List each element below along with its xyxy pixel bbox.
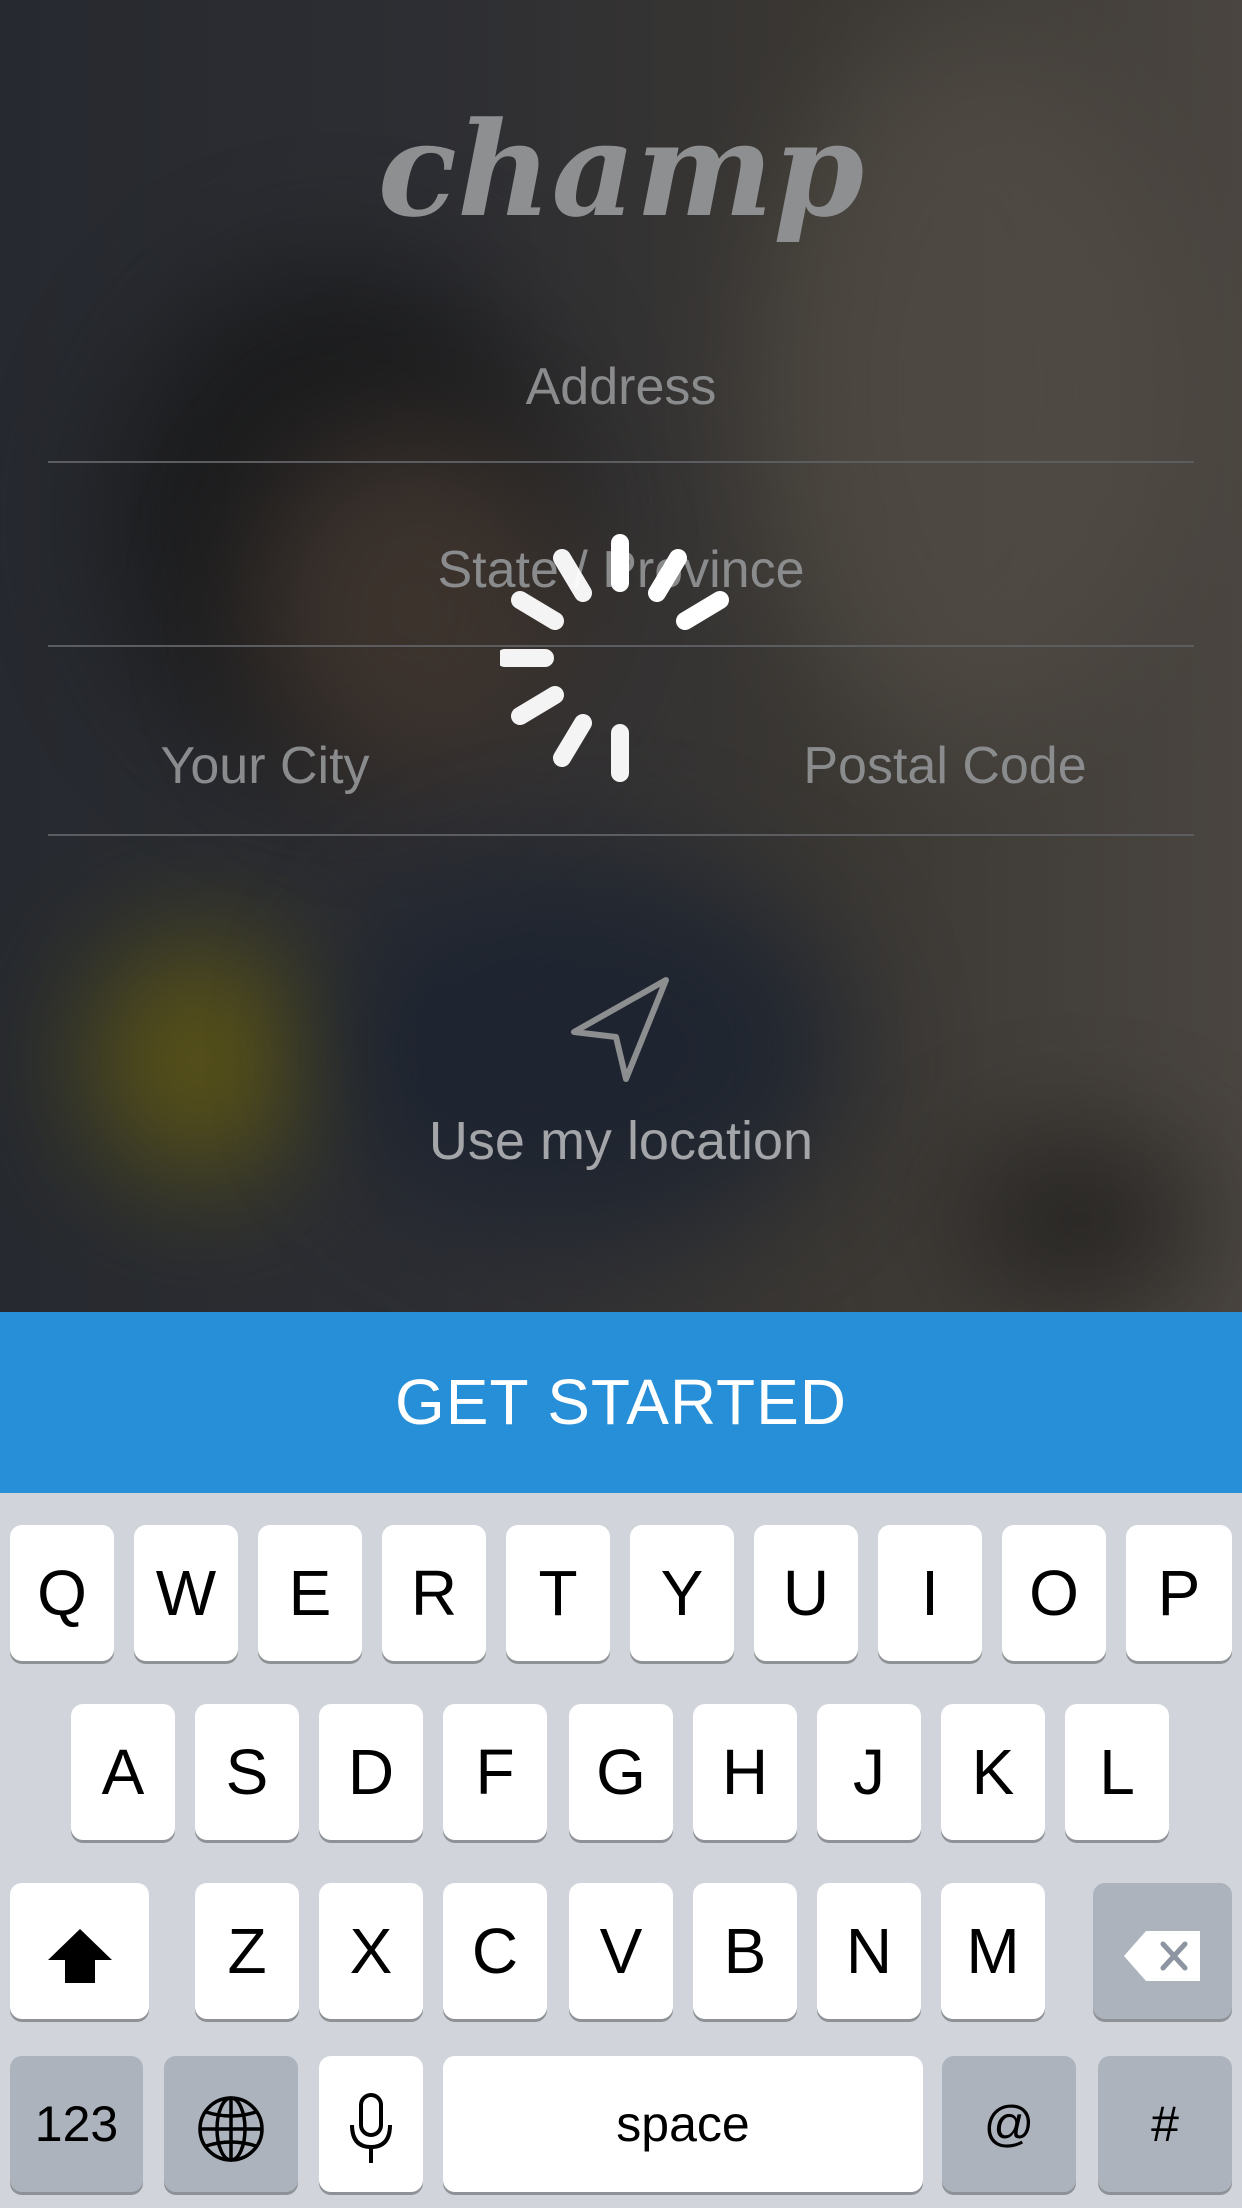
key-g[interactable]: G (569, 1704, 673, 1840)
postal-code-input[interactable]: Postal Code (740, 736, 1150, 796)
globe-key[interactable] (164, 2056, 298, 2192)
key-q[interactable]: Q (10, 1525, 114, 1661)
address-divider (48, 461, 1194, 463)
use-location-label[interactable]: Use my location (0, 1110, 1242, 1172)
key-j[interactable]: J (817, 1704, 921, 1840)
loading-spinner-icon (496, 528, 740, 788)
hash-key[interactable]: # (1098, 2056, 1232, 2192)
key-v[interactable]: V (569, 1883, 673, 2019)
key-r[interactable]: R (382, 1525, 486, 1661)
key-f[interactable]: F (443, 1704, 547, 1840)
microphone-icon (350, 2093, 392, 2164)
get-started-button[interactable]: GET STARTED (0, 1312, 1242, 1493)
key-z[interactable]: Z (195, 1883, 299, 2019)
microphone-key[interactable] (319, 2056, 423, 2192)
key-c[interactable]: C (443, 1883, 547, 2019)
key-n[interactable]: N (817, 1883, 921, 2019)
key-o[interactable]: O (1002, 1525, 1106, 1661)
space-key[interactable]: space (443, 2056, 923, 2192)
location-arrow-icon (571, 977, 669, 1082)
key-d[interactable]: D (319, 1704, 423, 1840)
numbers-key[interactable]: 123 (10, 2056, 143, 2192)
key-u[interactable]: U (754, 1525, 858, 1661)
address-input[interactable]: Address (0, 357, 1242, 417)
key-s[interactable]: S (195, 1704, 299, 1840)
logo-text: champ (378, 93, 864, 246)
use-location-button[interactable] (0, 975, 1242, 1090)
key-t[interactable]: T (506, 1525, 610, 1661)
key-e[interactable]: E (258, 1525, 362, 1661)
backspace-key[interactable] (1093, 1883, 1232, 2019)
key-l[interactable]: L (1065, 1704, 1169, 1840)
key-p[interactable]: P (1126, 1525, 1232, 1661)
key-h[interactable]: H (693, 1704, 797, 1840)
key-i[interactable]: I (878, 1525, 982, 1661)
key-x[interactable]: X (319, 1883, 423, 2019)
champ-logo: champ (0, 70, 1242, 270)
shift-icon (47, 1929, 112, 1984)
shift-key[interactable] (10, 1883, 149, 2019)
key-a[interactable]: A (71, 1704, 175, 1840)
key-k[interactable]: K (941, 1704, 1045, 1840)
city-divider (48, 834, 1194, 836)
key-m[interactable]: M (941, 1883, 1045, 2019)
key-w[interactable]: W (134, 1525, 238, 1661)
key-y[interactable]: Y (630, 1525, 734, 1661)
at-key[interactable]: @ (942, 2056, 1076, 2192)
city-input[interactable]: Your City (60, 736, 470, 796)
backspace-icon (1123, 1931, 1200, 1982)
globe-icon (198, 2096, 264, 2162)
key-b[interactable]: B (693, 1883, 797, 2019)
